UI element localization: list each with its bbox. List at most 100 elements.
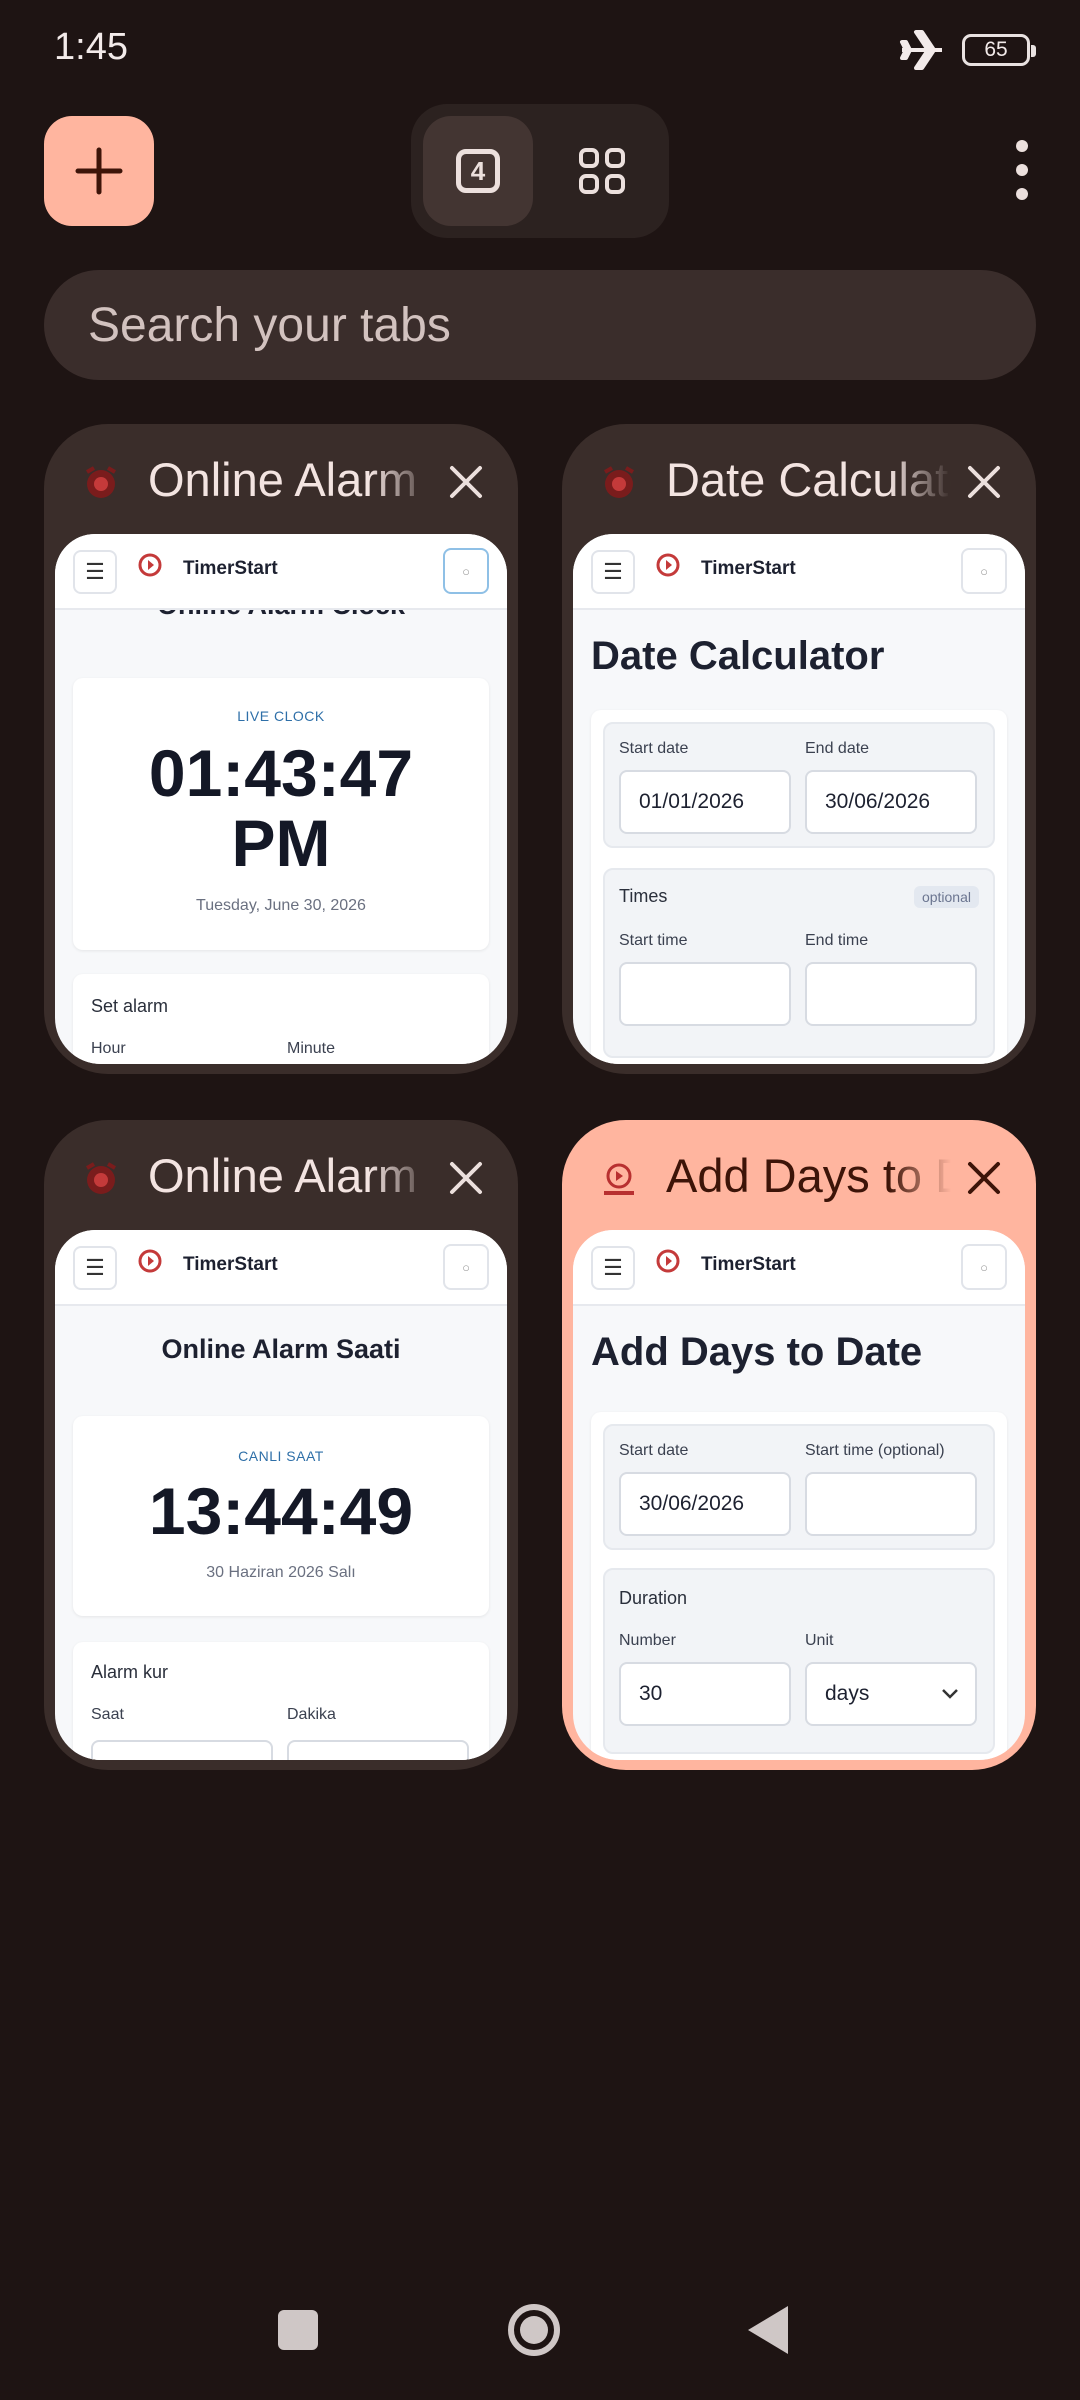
home-button[interactable]: [508, 2304, 560, 2356]
airplane-mode-icon: [900, 30, 942, 70]
start-date-label: Start date: [619, 1442, 689, 1459]
number-label: Number: [619, 1632, 676, 1649]
start-time-label: Start time (optional): [805, 1442, 945, 1459]
close-tab-button[interactable]: [962, 1156, 1006, 1200]
tab-card[interactable]: Online Alarm Clock Online Alarm Clock ☰ …: [44, 424, 518, 1074]
hour-label: Saat: [91, 1706, 124, 1723]
start-date-input[interactable]: 30/06/2026: [619, 1472, 791, 1536]
menu-icon: ☰: [591, 1246, 635, 1290]
status-time: 1:45: [54, 26, 128, 68]
site-favicon-icon: [86, 1162, 116, 1194]
minute-input[interactable]: [287, 1740, 469, 1760]
number-input[interactable]: 30: [619, 1662, 791, 1726]
set-alarm-panel: Set alarm Hour Minute: [73, 974, 489, 1064]
end-date-label: End date: [805, 740, 870, 757]
start-time-input[interactable]: [805, 1472, 977, 1536]
tab-count-icon: 4: [456, 149, 500, 193]
times-group: Times optional Start time End time: [603, 868, 995, 1058]
tab-thumbnail[interactable]: ☰ TimerStart ○ Add Days to Date Start da…: [573, 1230, 1025, 1760]
page-header: ☰ TimerStart ○: [573, 534, 1025, 610]
end-time-label: End time: [805, 932, 869, 949]
timerstart-logo-icon: [656, 1249, 680, 1273]
tab-switcher: 4: [411, 104, 669, 238]
plus-icon: [75, 147, 123, 195]
optional-badge: optional: [913, 886, 979, 908]
tab-card-header: Online Alarm Saati: [44, 1120, 518, 1232]
menu-icon: ☰: [591, 550, 635, 594]
back-button[interactable]: [748, 2306, 788, 2354]
tab-count: 4: [470, 155, 486, 186]
tab-thumbnail[interactable]: ☰ TimerStart ○ Online Alarm Saati CANLI …: [55, 1230, 507, 1760]
search-placeholder: Search your tabs: [88, 298, 451, 352]
menu-icon: ☰: [73, 1246, 117, 1290]
tab-card[interactable]: Online Alarm Saati ☰ TimerStart ○ Online…: [44, 1120, 518, 1770]
date-form-panel: Start date End date 01/01/2026 30/06/202…: [591, 710, 1007, 1064]
start-group: Start date Start time (optional) 30/06/2…: [603, 1424, 995, 1550]
clock-time: 01:43:47: [148, 736, 414, 810]
page-heading: Date Calculator: [591, 634, 885, 678]
minute-label: Minute: [287, 1040, 336, 1057]
site-favicon-icon: [604, 466, 634, 498]
start-time-label: Start time: [619, 932, 688, 949]
timerstart-logo-icon: [138, 1249, 162, 1273]
theme-toggle-icon: ○: [443, 1244, 489, 1290]
clock-panel: CANLI SAAT 13:44:49 30 Haziran 2026 Salı: [73, 1416, 489, 1616]
close-tab-button[interactable]: [444, 1156, 488, 1200]
unit-label: Unit: [805, 1632, 834, 1649]
live-clock-label: LIVE CLOCK: [237, 708, 325, 724]
status-bar: 1:45 65: [0, 0, 1080, 100]
tab-groups-toggle[interactable]: [547, 116, 657, 226]
status-icons: 65: [898, 28, 1036, 72]
tab-title: Date Calculator: [666, 453, 951, 506]
site-brand: TimerStart: [183, 1254, 278, 1275]
site-favicon-icon: [604, 1163, 634, 1195]
tab-groups-grid-icon: [579, 148, 625, 194]
recents-button[interactable]: [278, 2310, 318, 2350]
tab-card-header: Date Calculator: [562, 424, 1036, 536]
close-tab-button[interactable]: [444, 460, 488, 504]
theme-toggle-icon: ○: [961, 1244, 1007, 1290]
start-date-input[interactable]: 01/01/2026: [619, 770, 791, 834]
close-icon: [968, 1162, 1000, 1194]
hour-input[interactable]: [91, 1740, 273, 1760]
tab-title: Online Alarm Clock: [148, 453, 433, 506]
close-icon: [968, 466, 1000, 498]
unit-select[interactable]: days: [805, 1662, 977, 1726]
live-clock-label: CANLI SAAT: [238, 1448, 324, 1464]
add-days-form-panel: Start date Start time (optional) 30/06/2…: [591, 1412, 1007, 1760]
minute-label: Dakika: [287, 1706, 336, 1723]
tab-thumbnail[interactable]: ☰ TimerStart ○ Date Calculator Start dat…: [573, 534, 1025, 1064]
clock-date: 30 Haziran 2026 Salı: [206, 1564, 356, 1581]
dates-group: Start date End date 01/01/2026 30/06/202…: [603, 722, 995, 848]
new-tab-button[interactable]: [44, 116, 154, 226]
timerstart-logo-icon: [656, 553, 680, 577]
duration-label: Duration: [619, 1588, 688, 1608]
tab-card-header: Add Days to Date: [562, 1120, 1036, 1232]
battery-icon: 65: [962, 34, 1036, 66]
tab-count-toggle[interactable]: 4: [423, 116, 533, 226]
more-options-button[interactable]: [1002, 140, 1042, 200]
clock-time: 13:44:49: [148, 1474, 414, 1548]
end-date-input[interactable]: 30/06/2026: [805, 770, 977, 834]
theme-toggle-icon: ○: [443, 548, 489, 594]
start-time-input[interactable]: [619, 962, 791, 1026]
end-time-input[interactable]: [805, 962, 977, 1026]
close-tab-button[interactable]: [962, 460, 1006, 504]
chevron-down-icon: [942, 1689, 958, 1699]
times-label: Times: [619, 886, 668, 906]
tab-thumbnail[interactable]: Online Alarm Clock ☰ TimerStart ○ LIVE C…: [55, 534, 507, 1064]
page-heading: Add Days to Date: [591, 1330, 923, 1374]
tab-card-header: Online Alarm Clock: [44, 424, 518, 536]
search-tabs-input[interactable]: Search your tabs: [44, 270, 1036, 380]
more-vertical-icon: [1016, 140, 1028, 152]
clock-date: Tuesday, June 30, 2026: [196, 897, 366, 914]
duration-group: Duration Number Unit 30 days: [603, 1568, 995, 1754]
tab-card[interactable]: Date Calculator ☰ TimerStart ○ Date Calc…: [562, 424, 1036, 1074]
tab-card-selected[interactable]: Add Days to Date ☰ TimerStart ○ Add Days…: [562, 1120, 1036, 1770]
page-header: ☰ TimerStart ○: [55, 534, 507, 610]
site-favicon-icon: [86, 466, 116, 498]
set-alarm-title: Alarm kur: [91, 1662, 169, 1682]
theme-toggle-icon: ○: [961, 548, 1007, 594]
start-date-label: Start date: [619, 740, 689, 757]
site-brand: TimerStart: [701, 558, 796, 579]
